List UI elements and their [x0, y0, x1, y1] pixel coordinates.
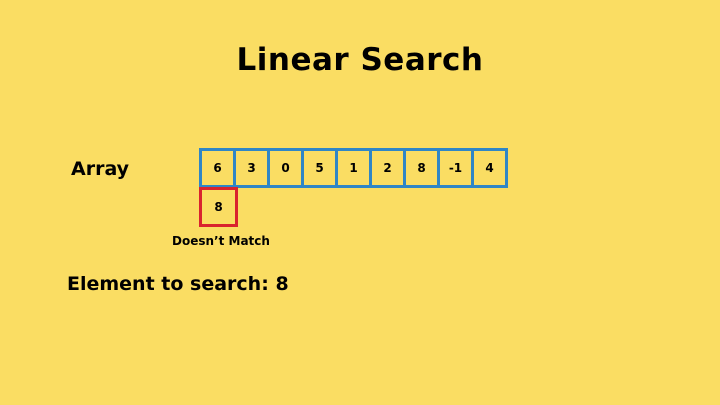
match-status: Doesn’t Match: [172, 234, 270, 248]
probe-cell: 8: [199, 187, 238, 227]
search-value: 8: [275, 273, 289, 295]
array-cell: 0: [267, 148, 304, 188]
array-cell: 2: [369, 148, 406, 188]
array-cell: -1: [437, 148, 474, 188]
search-target: Element to search: 8: [67, 273, 289, 295]
page-title: Linear Search: [236, 42, 484, 78]
array-cell: 1: [335, 148, 372, 188]
array-cells: 6 3 0 5 1 2 8 -1 4: [199, 148, 508, 188]
array-label: Array: [71, 158, 130, 180]
array-cell: 3: [233, 148, 270, 188]
array-cell: 4: [471, 148, 508, 188]
search-label: Element to search:: [67, 273, 269, 295]
array-cell: 8: [403, 148, 440, 188]
array-cell: 6: [199, 148, 236, 188]
array-cell: 5: [301, 148, 338, 188]
